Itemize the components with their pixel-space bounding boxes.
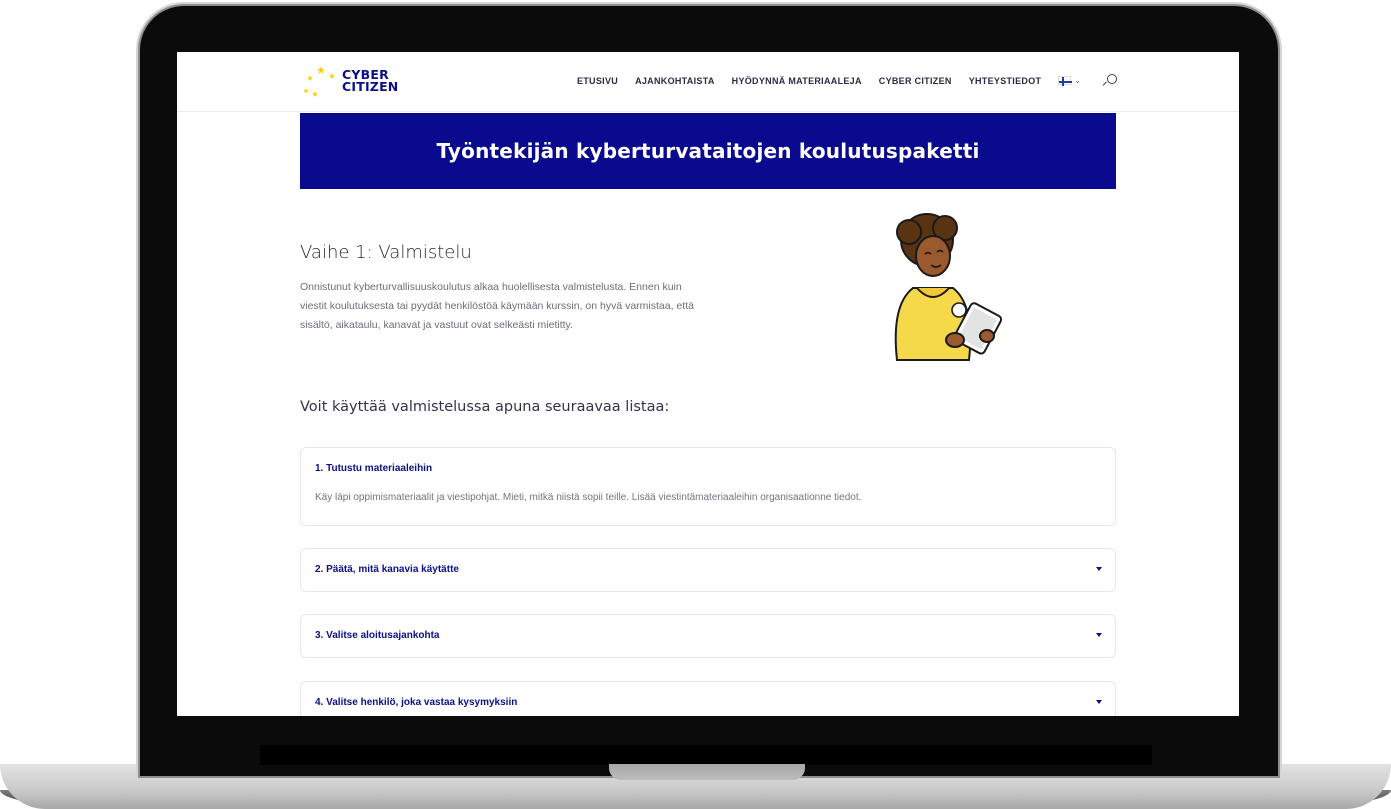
accordion-item-kysymyksiin-vastaaja[interactable]: 4. Valitse henkilö, joka vastaa kysymyks… xyxy=(300,681,1116,716)
accordion-item-tutustu-materiaaleihin[interactable]: 1. Tutustu materiaaleihin Käy läpi oppim… xyxy=(300,447,1116,526)
nav-item-hyodynna-materiaaleja[interactable]: HYÖDYNNÄ MATERIAALEJA xyxy=(732,76,862,86)
person-with-tablet-illustration xyxy=(894,213,1003,361)
search-icon[interactable] xyxy=(1104,74,1117,87)
nav-item-cyber-citizen[interactable]: CYBER CITIZEN xyxy=(879,76,952,86)
chevron-down-icon: ⌄ xyxy=(1074,76,1081,85)
finnish-flag-icon xyxy=(1058,76,1073,86)
accordion-title[interactable]: 1. Tutustu materiaaleihin xyxy=(315,463,432,474)
cyber-citizen-logo[interactable]: CYBER CITIZEN xyxy=(301,64,421,104)
accordion-item-paata-kanavat[interactable]: 2. Päätä, mitä kanavia käytätte xyxy=(300,548,1116,592)
nav-item-etusivu[interactable]: ETUSIVU xyxy=(577,76,618,86)
accordion-title[interactable]: 3. Valitse aloitusajankohta xyxy=(315,630,440,641)
site-header: CYBER CITIZEN ETUSIVU AJANKOHTAISTA HYÖD… xyxy=(177,52,1239,112)
accordion-title[interactable]: 4. Valitse henkilö, joka vastaa kysymyks… xyxy=(315,697,517,708)
nav-item-ajankohtaista[interactable]: AJANKOHTAISTA xyxy=(635,76,715,86)
page-title: Työntekijän kyberturvataitojen koulutusp… xyxy=(436,139,980,163)
accordion-title[interactable]: 2. Päätä, mitä kanavia käytätte xyxy=(315,564,459,575)
nav-item-yhteystiedot[interactable]: YHTEYSTIEDOT xyxy=(969,76,1042,86)
page-banner: Työntekijän kyberturvataitojen koulutusp… xyxy=(300,113,1116,189)
accordion-item-aloitusajankohta[interactable]: 3. Valitse aloitusajankohta xyxy=(300,614,1116,658)
language-switcher[interactable]: ⌄ xyxy=(1058,76,1081,86)
accordion-content: Käy läpi oppimismateriaalit ja viestipoh… xyxy=(315,492,862,503)
browser-screen: CYBER CITIZEN ETUSIVU AJANKOHTAISTA HYÖD… xyxy=(177,52,1239,716)
caret-down-icon[interactable] xyxy=(1096,567,1102,571)
laptop-notch xyxy=(609,764,805,780)
logo-wordmark: CYBER CITIZEN xyxy=(342,67,399,94)
laptop-bezel-bottom xyxy=(260,745,1152,765)
checklist-intro: Voit käyttää valmistelussa apuna seuraav… xyxy=(300,399,670,415)
main-navigation: ETUSIVU AJANKOHTAISTA HYÖDYNNÄ MATERIAAL… xyxy=(577,74,1117,87)
caret-down-icon[interactable] xyxy=(1096,633,1102,637)
section-title: Vaihe 1: Valmistelu xyxy=(300,242,472,263)
caret-down-icon[interactable] xyxy=(1096,700,1102,704)
section-intro: Onnistunut kyberturvallisuuskoulutus alk… xyxy=(300,281,694,331)
eu-stars-icon xyxy=(303,66,335,97)
